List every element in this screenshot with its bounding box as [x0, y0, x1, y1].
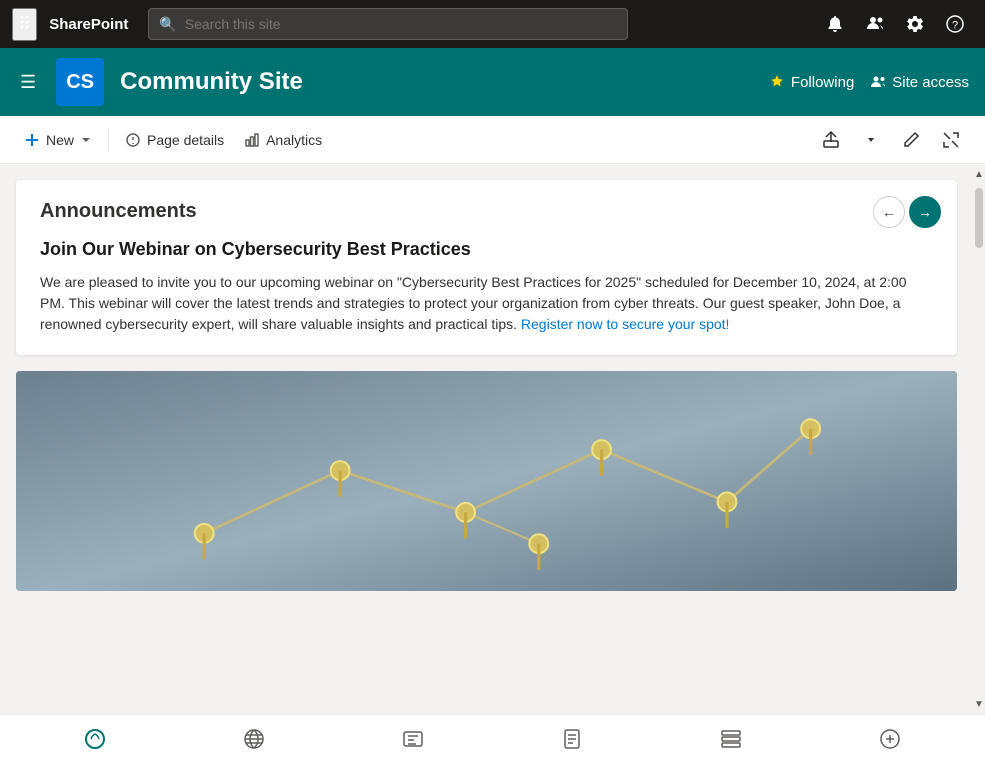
news-icon-button[interactable] — [393, 719, 433, 759]
site-logo: CS — [56, 58, 104, 106]
hamburger-menu-button[interactable]: ☰ — [16, 68, 40, 97]
scrollbar-thumb[interactable] — [975, 188, 983, 248]
page-details-label: Page details — [147, 132, 224, 148]
next-announcement-button[interactable]: → — [909, 196, 941, 228]
new-button[interactable]: New — [16, 126, 100, 154]
toolbar-separator — [108, 128, 109, 152]
globe-icon-button[interactable] — [234, 719, 274, 759]
main-content: ← → Announcements Join Our Webinar on Cy… — [0, 164, 985, 714]
scroll-up-button[interactable]: ▲ — [973, 164, 985, 184]
prev-announcement-button[interactable]: ← — [873, 196, 905, 228]
toolbar-right — [813, 122, 969, 158]
share-dropdown-button[interactable] — [853, 122, 889, 158]
analytics-label: Analytics — [266, 132, 322, 148]
list-icon-button[interactable] — [711, 719, 751, 759]
site-title: Community Site — [120, 68, 753, 96]
sharepoint-logo: SharePoint — [49, 16, 128, 33]
content-area: ← → Announcements Join Our Webinar on Cy… — [0, 164, 973, 714]
header-actions: Following Site access — [769, 74, 969, 91]
announcements-card: ← → Announcements Join Our Webinar on Cy… — [16, 180, 957, 355]
site-access-label: Site access — [892, 74, 969, 91]
people-icon-button[interactable] — [857, 6, 893, 42]
card-navigation: ← → — [873, 196, 941, 228]
following-label: Following — [791, 74, 854, 91]
following-button[interactable]: Following — [769, 74, 854, 91]
search-input[interactable] — [185, 16, 618, 32]
analytics-button[interactable]: Analytics — [236, 126, 330, 154]
share-button[interactable] — [813, 122, 849, 158]
search-icon: 🔍 — [159, 16, 176, 33]
new-label: New — [46, 132, 74, 148]
svg-text:?: ? — [952, 20, 958, 32]
network-image — [16, 371, 957, 591]
site-header: ☰ CS Community Site Following Site acces… — [0, 48, 985, 116]
announcement-headline: Join Our Webinar on Cybersecurity Best P… — [40, 239, 933, 260]
fullscreen-button[interactable] — [933, 122, 969, 158]
page-icon-button[interactable] — [552, 719, 592, 759]
scrollbar: ▲ ▼ — [973, 164, 985, 714]
viva-icon-button[interactable] — [75, 719, 115, 759]
add-icon-button[interactable] — [870, 719, 910, 759]
image-placeholder — [16, 371, 957, 591]
announcements-title: Announcements — [40, 200, 933, 223]
site-access-button[interactable]: Site access — [870, 74, 969, 91]
bottom-bar — [0, 714, 985, 762]
image-card — [16, 371, 957, 591]
top-navigation: ⠿ SharePoint 🔍 ? — [0, 0, 985, 48]
announcement-body: We are pleased to invite you to our upco… — [40, 272, 933, 335]
toolbar: New Page details Analytics — [0, 116, 985, 164]
help-icon-button[interactable]: ? — [937, 6, 973, 42]
register-link[interactable]: Register now to secure your spot! — [521, 316, 730, 332]
top-nav-icons: ? — [817, 6, 973, 42]
settings-icon-button[interactable] — [897, 6, 933, 42]
edit-button[interactable] — [893, 122, 929, 158]
search-box: 🔍 — [148, 8, 628, 40]
scroll-down-button[interactable]: ▼ — [973, 694, 985, 714]
waffle-menu-button[interactable]: ⠿ — [12, 8, 37, 41]
notification-icon-button[interactable] — [817, 6, 853, 42]
page-details-button[interactable]: Page details — [117, 126, 232, 154]
